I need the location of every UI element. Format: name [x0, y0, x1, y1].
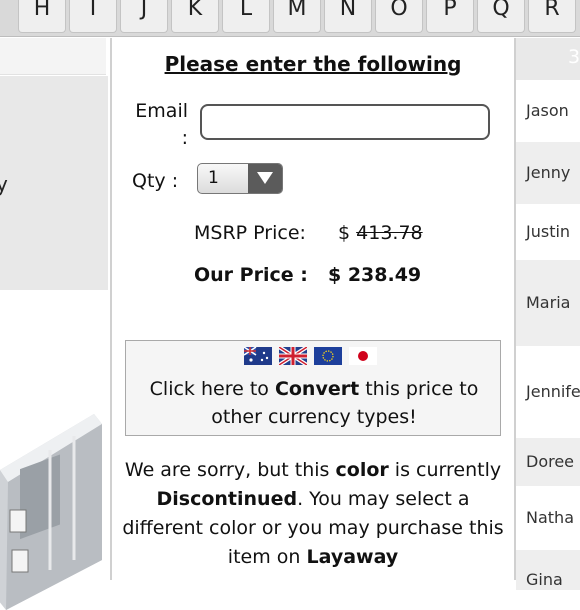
qty-select[interactable]: 1	[197, 163, 283, 194]
au-flag-icon[interactable]	[244, 347, 272, 365]
email-label: Email :	[128, 98, 188, 152]
qty-selected-value: 1	[208, 168, 219, 188]
currency-convert-box[interactable]: Click here to Convert this price to othe…	[125, 340, 501, 436]
list-item[interactable]: Maria	[516, 260, 580, 346]
alphabet-bar: H I J K L M N O P Q R	[0, 0, 580, 37]
notice-bold-discontinued: Discontinued	[156, 488, 298, 510]
list-item[interactable]: Jason	[516, 80, 580, 142]
convert-text-pre: Click here to	[149, 378, 275, 400]
email-field[interactable]	[200, 104, 490, 140]
list-item[interactable]: Gina	[516, 550, 580, 590]
letter-tab-j[interactable]: J	[120, 0, 168, 33]
right-column-list: 3 Jason Jenny Justin Maria Jennife Doree…	[516, 38, 580, 590]
email-label-text: Email	[135, 100, 188, 122]
letter-tab-m[interactable]: M	[273, 0, 321, 33]
left-header-cell	[0, 38, 106, 75]
msrp-label: MSRP Price:	[194, 222, 306, 244]
left-info-panel: y	[0, 76, 108, 290]
convert-link-text[interactable]: Click here to Convert this price to othe…	[126, 375, 502, 431]
discontinued-notice: We are sorry, but this color is currentl…	[118, 456, 508, 572]
msrp-price: $ 413.78	[338, 222, 423, 244]
left-column: y	[0, 38, 110, 610]
product-image[interactable]	[0, 410, 106, 610]
list-item[interactable]: Natha	[516, 486, 580, 550]
list-item[interactable]: Jennife	[516, 346, 580, 438]
letter-tab-k[interactable]: K	[171, 0, 219, 33]
notice-text-1: We are sorry, but this	[124, 459, 336, 481]
eu-flag-icon[interactable]	[314, 347, 342, 365]
email-label-colon: :	[181, 127, 188, 149]
list-item[interactable]: Doree	[516, 438, 580, 486]
form-title: Please enter the following	[164, 52, 462, 76]
order-form: Please enter the following Email : Qty :…	[112, 38, 514, 580]
letter-tab-l[interactable]: L	[222, 0, 270, 33]
letter-tab-p[interactable]: P	[426, 0, 474, 33]
list-item[interactable]: Justin	[516, 204, 580, 260]
letter-tab-i[interactable]: I	[69, 0, 117, 33]
qty-label: Qty :	[132, 170, 179, 192]
letter-tab-h[interactable]: H	[18, 0, 66, 33]
list-item[interactable]: Jenny	[516, 142, 580, 204]
msrp-currency: $	[338, 222, 357, 244]
letter-tab-q[interactable]: Q	[477, 0, 525, 33]
our-price-label: Our Price :	[194, 264, 308, 286]
msrp-value: 413.78	[356, 222, 423, 244]
notice-bold-color: color	[335, 459, 389, 481]
notice-text-2: is currently	[388, 459, 502, 481]
right-header-text: 3	[568, 46, 580, 68]
letter-tab-r[interactable]: R	[528, 0, 576, 33]
letter-tab-n[interactable]: N	[324, 0, 372, 33]
letter-tab-o[interactable]: O	[375, 0, 423, 33]
our-price-value: $ 238.49	[328, 264, 422, 286]
jp-flag-icon[interactable]	[349, 347, 377, 365]
uk-flag-icon[interactable]	[279, 347, 307, 365]
layaway-link[interactable]: Layaway	[306, 546, 398, 568]
convert-text-bold: Convert	[274, 378, 360, 400]
left-panel-text: y	[0, 172, 8, 196]
right-header-cell: 3	[516, 38, 580, 80]
chevron-down-icon[interactable]	[248, 164, 282, 193]
